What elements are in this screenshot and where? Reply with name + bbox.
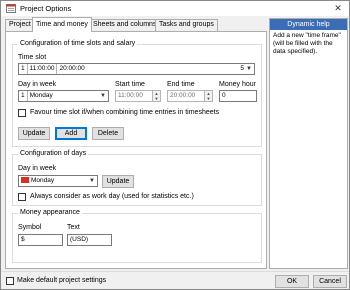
tab-tasks-and-groups[interactable]: Tasks and groups	[155, 19, 218, 31]
group-title: Money appearance	[18, 209, 82, 216]
symbol-label: Symbol	[18, 224, 42, 231]
end-time-field[interactable]: 20:00:00 ▲ ▼	[167, 90, 213, 102]
day-color-swatch-icon	[21, 177, 29, 184]
start-time-field[interactable]: 11:00:00 ▲ ▼	[115, 90, 161, 102]
tab-time-and-money[interactable]: Time and money	[32, 17, 92, 32]
day-in-week-select[interactable]: 1 Monday ▼	[18, 90, 109, 102]
money-appearance-group: Money appearance Symbol $ Text (USD)	[12, 209, 262, 263]
close-icon: ✕	[334, 3, 342, 13]
time-slot-select[interactable]: 1 11:00:00 20:00:00 5 ▼	[18, 63, 255, 75]
ok-button[interactable]: OK	[275, 275, 309, 288]
make-default-checkbox[interactable]	[6, 277, 14, 285]
group-title: Configuration of time slots and salary	[18, 40, 138, 47]
footer-divider	[1, 271, 349, 272]
add-slot-button[interactable]: Add	[55, 127, 87, 140]
tab-content: Configuration of time slots and salary T…	[5, 31, 267, 269]
money-hour-field[interactable]: 0	[219, 90, 257, 102]
start-time-label: Start time	[115, 81, 145, 88]
group-title: Configuration of days	[18, 150, 89, 157]
day-in-week-label: Day in week	[18, 81, 57, 88]
day-select[interactable]: Monday ▼	[18, 175, 98, 187]
always-work-day-checkbox[interactable]	[18, 193, 26, 201]
days-group: Configuration of days Day in week Monday…	[12, 150, 262, 206]
project-options-window: Project Options ✕ Project Time and money…	[0, 0, 350, 290]
window-title: Project Options	[20, 4, 72, 13]
start-time-spinner[interactable]: ▲ ▼	[152, 91, 160, 101]
text-label: Text	[67, 224, 80, 231]
make-default-label: Make default project settings	[17, 277, 107, 284]
always-work-day-label: Always consider as work day (used for st…	[30, 193, 194, 200]
delete-slot-button[interactable]: Delete	[92, 127, 124, 140]
update-slot-button[interactable]: Update	[18, 127, 50, 140]
money-hour-label: Money hour	[219, 81, 256, 88]
title-bar: Project Options ✕	[1, 1, 349, 16]
dynamic-help-title: Dynamic help	[270, 19, 347, 30]
end-time-label: End time	[167, 81, 195, 88]
time-slots-group: Configuration of time slots and salary T…	[12, 40, 262, 147]
update-day-button[interactable]: Update	[102, 175, 134, 188]
close-button[interactable]: ✕	[331, 3, 345, 14]
dynamic-help-text: Add a new "time frame" (will be filled w…	[273, 32, 341, 55]
dynamic-help-panel: Dynamic help Add a new "time frame" (wil…	[269, 18, 348, 269]
tab-project[interactable]: Project	[5, 19, 35, 31]
day-in-week-label: Day in week	[18, 165, 57, 172]
time-slot-label: Time slot	[18, 54, 47, 61]
end-time-spinner[interactable]: ▲ ▼	[204, 91, 212, 101]
tab-sheets-and-columns[interactable]: Sheets and columns	[89, 19, 161, 31]
favour-time-slot-label: Favour time slot if/when combining time …	[30, 109, 220, 116]
chevron-down-icon: ▼	[89, 178, 95, 184]
favour-time-slot-checkbox[interactable]	[18, 109, 26, 117]
app-icon	[6, 4, 16, 13]
chevron-down-icon: ▼	[100, 93, 106, 99]
cancel-button[interactable]: Cancel	[313, 275, 347, 288]
symbol-field[interactable]: $	[18, 234, 63, 246]
chevron-down-icon: ▼	[246, 66, 252, 72]
currency-text-field[interactable]: (USD)	[67, 234, 112, 246]
